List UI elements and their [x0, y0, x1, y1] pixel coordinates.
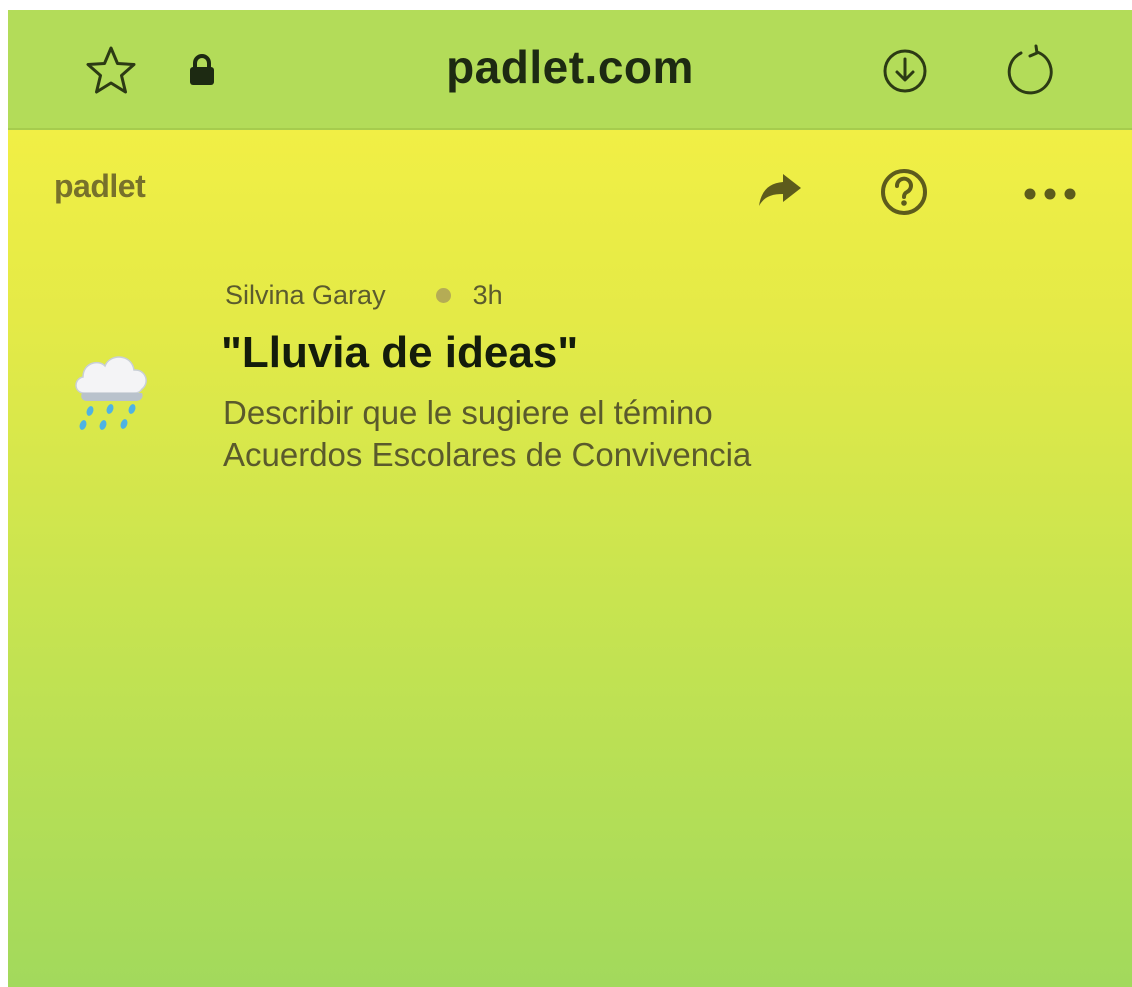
more-dots-icon[interactable]	[1020, 184, 1080, 204]
post-title: "Lluvia de ideas"	[221, 328, 579, 377]
padlet-logo[interactable]: padlet	[54, 168, 146, 205]
screen: padlet.com padlet Silvina Garay 3h "Lluv…	[8, 10, 1132, 987]
reload-icon[interactable]	[1002, 42, 1060, 100]
share-arrow-icon[interactable]	[756, 170, 804, 210]
separator-dot	[435, 288, 451, 303]
post-meta: Silvina Garay 3h	[225, 280, 503, 311]
download-icon[interactable]	[880, 46, 930, 96]
description-line: Acuerdos Escolares de Convivencia	[223, 436, 752, 473]
post-description: Describir que le sugiere el témino Acuer…	[223, 392, 751, 476]
padlet-page: padlet Silvina Garay 3h "Lluvia de ideas…	[8, 130, 1132, 987]
browser-url-bar: padlet.com	[8, 10, 1132, 130]
help-circle-icon[interactable]	[878, 166, 930, 218]
post-time: 3h	[472, 280, 503, 310]
cloud-with-rain-icon	[70, 345, 156, 442]
author-name[interactable]: Silvina Garay	[225, 280, 386, 311]
url-text[interactable]: padlet.com	[8, 40, 1132, 94]
description-line: Describir que le sugiere el témino	[223, 394, 713, 431]
